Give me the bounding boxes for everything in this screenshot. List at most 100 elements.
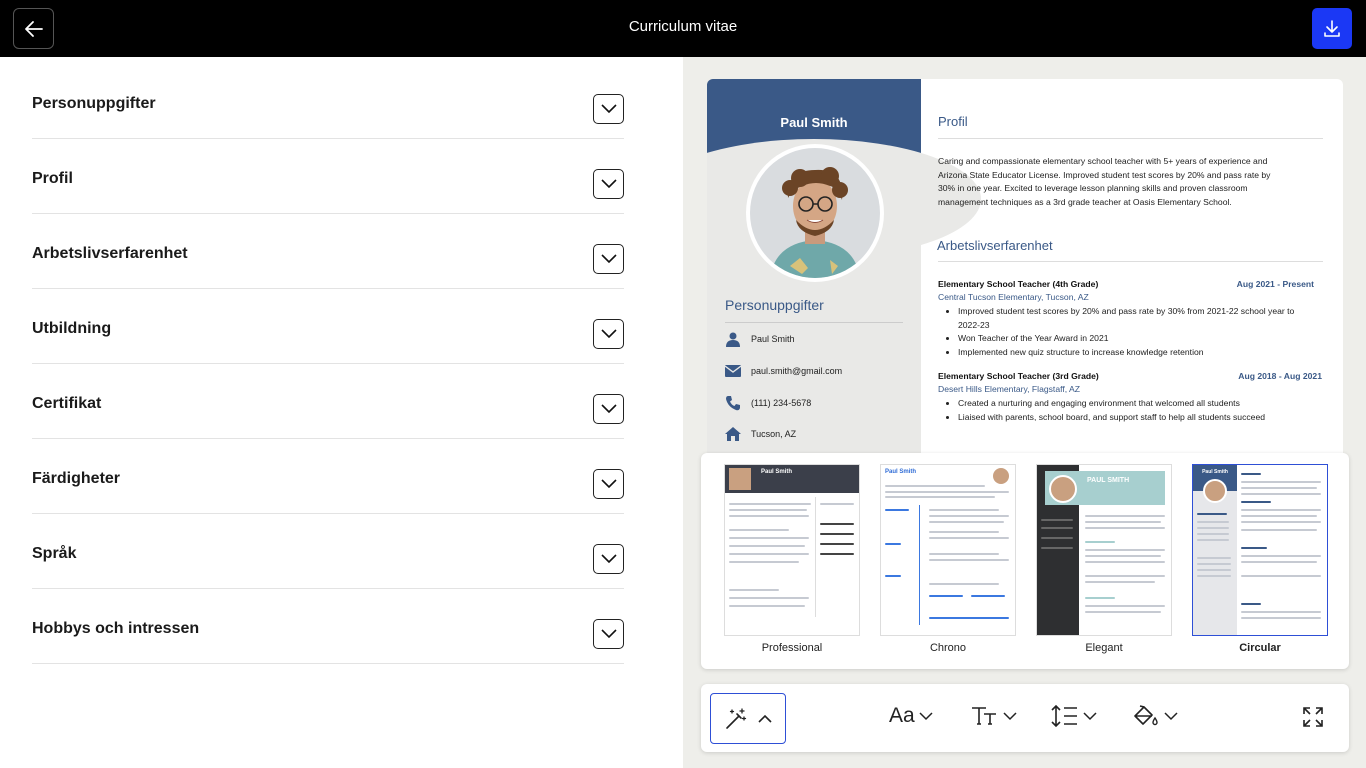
thumb-line	[729, 545, 805, 547]
section-label: Utbildning	[32, 320, 112, 337]
chevron-down-icon	[600, 179, 617, 189]
expand-button[interactable]	[593, 244, 624, 274]
bullet: Liaised with parents, school board, and …	[958, 411, 1298, 425]
thumb-line	[1197, 513, 1227, 515]
chevron-down-icon	[1003, 711, 1017, 720]
section-label: Färdigheter	[32, 470, 121, 487]
chevron-down-icon	[600, 479, 617, 489]
expand-button[interactable]	[593, 394, 624, 424]
user-icon	[726, 332, 740, 347]
thumb-line	[1085, 541, 1115, 543]
text-size-icon	[972, 707, 996, 725]
template-name: Professional	[761, 642, 823, 654]
thumb-line	[885, 575, 901, 577]
thumb-line	[1041, 527, 1073, 529]
ai-assist-button[interactable]	[710, 693, 786, 744]
thumb-name: Paul Smith	[1202, 469, 1228, 475]
chevron-down-icon	[919, 711, 933, 720]
thumb-line	[1241, 521, 1321, 523]
thumb-line	[1085, 597, 1115, 599]
resume-preview: Paul Smith Personuppgifter Paul Smith pa…	[707, 79, 1343, 479]
section-hobbies[interactable]: Hobbys och intressen	[32, 589, 624, 664]
thumb-line	[885, 543, 901, 545]
expand-icon	[1303, 707, 1323, 727]
thumb-line	[1041, 547, 1073, 549]
thumb-photo	[1203, 479, 1227, 503]
thumb-line	[929, 559, 1009, 561]
magic-wand-icon	[726, 707, 747, 729]
template-elegant[interactable]: PAUL SMITH	[1036, 464, 1172, 636]
expand-button[interactable]	[593, 319, 624, 349]
template-chrono[interactable]: Paul Smith	[880, 464, 1016, 636]
font-family-dropdown[interactable]: Aa	[889, 704, 933, 728]
chevron-down-icon	[600, 629, 617, 639]
section-certificates[interactable]: Certifikat	[32, 364, 624, 439]
chevron-down-icon	[600, 554, 617, 564]
section-work[interactable]: Arbetslivserfarenhet	[32, 214, 624, 289]
thumb-line	[1041, 519, 1073, 521]
expand-button[interactable]	[593, 94, 624, 124]
thumb-photo	[1049, 475, 1077, 503]
thumb-line	[820, 533, 854, 535]
line-spacing-icon	[1051, 704, 1077, 728]
expand-button[interactable]	[593, 169, 624, 199]
template-name: Chrono	[929, 642, 967, 654]
job-company: Desert Hills Elementary, Flagstaff, AZ	[938, 384, 1081, 394]
expand-button[interactable]	[593, 469, 624, 499]
thumb-line	[1197, 575, 1231, 577]
thumb-line	[929, 509, 999, 511]
template-name: Circular	[1239, 642, 1281, 654]
thumb-line	[1085, 575, 1165, 577]
section-languages[interactable]: Språk	[32, 514, 624, 589]
contact-name: Paul Smith	[725, 331, 795, 347]
expand-button[interactable]	[593, 619, 624, 649]
section-personal[interactable]: Personuppgifter	[32, 64, 624, 139]
profile-heading: Profil	[938, 114, 968, 129]
color-fill-dropdown[interactable]	[1132, 704, 1178, 728]
thumb-line	[1085, 561, 1165, 563]
expand-button[interactable]	[593, 544, 624, 574]
thumb-line	[729, 503, 811, 505]
thumb-line	[929, 595, 963, 597]
thumb-name: Paul Smith	[885, 469, 917, 475]
thumb-line	[929, 537, 1009, 539]
thumb-name: PAUL SMITH	[1087, 477, 1130, 484]
work-heading: Arbetslivserfarenhet	[937, 238, 1053, 253]
thumb-line	[885, 491, 1009, 493]
thumb-line	[1241, 529, 1317, 531]
thumb-line	[885, 496, 995, 498]
section-skills[interactable]: Färdigheter	[32, 439, 624, 514]
resume-main: Profil Caring and compassionate elementa…	[921, 79, 1343, 479]
thumb-line	[1241, 501, 1271, 503]
chevron-up-icon	[758, 714, 772, 723]
fullscreen-button[interactable]	[1302, 706, 1324, 728]
download-button[interactable]	[1312, 8, 1352, 49]
top-bar: Curriculum vitae	[0, 0, 1366, 57]
thumb-line	[820, 503, 854, 505]
thumb-line	[1085, 515, 1165, 517]
thumb-line	[729, 509, 807, 511]
contact-name-text: Paul Smith	[751, 334, 795, 344]
section-profile[interactable]: Profil	[32, 139, 624, 214]
section-label: Hobbys och intressen	[32, 620, 200, 637]
thumb-line	[929, 583, 999, 585]
divider	[725, 322, 903, 323]
template-circular[interactable]: Paul Smith	[1192, 464, 1328, 636]
paint-bucket-icon	[1134, 705, 1158, 726]
thumb-line	[929, 553, 999, 555]
job-title: Elementary School Teacher (4th Grade)	[938, 279, 1099, 289]
chevron-down-icon	[600, 404, 617, 414]
line-spacing-dropdown[interactable]	[1051, 704, 1097, 728]
font-size-dropdown[interactable]	[971, 704, 1017, 728]
template-professional[interactable]: Paul Smith	[724, 464, 860, 636]
section-education[interactable]: Utbildning	[32, 289, 624, 364]
thumb-line	[1197, 539, 1229, 541]
section-label: Språk	[32, 545, 77, 562]
thumb-line	[1241, 547, 1267, 549]
thumb-line	[729, 597, 809, 599]
thumb-line	[820, 553, 854, 555]
thumb-line	[729, 561, 799, 563]
thumb-line	[1241, 617, 1321, 619]
chevron-down-icon	[600, 329, 617, 339]
thumb-line	[1041, 537, 1073, 539]
